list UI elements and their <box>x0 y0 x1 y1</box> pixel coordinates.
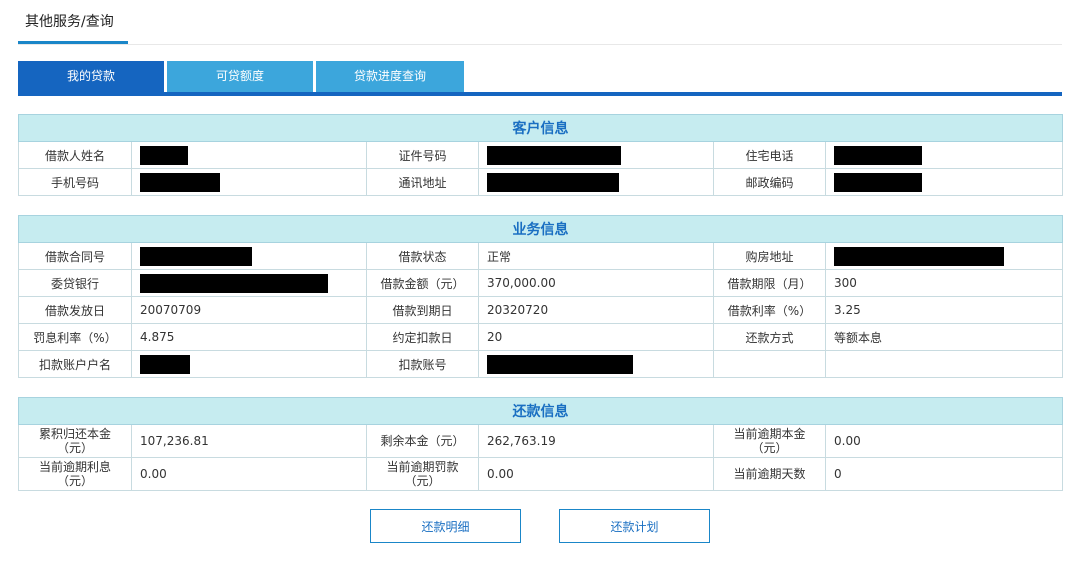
overdue-penalty-label: 当前逾期罚款 （元） <box>366 457 479 491</box>
tab-my-loan[interactable]: 我的贷款 <box>18 61 164 92</box>
overdue-interest-value: 0.00 <box>131 457 367 491</box>
tab-loan-progress[interactable]: 贷款进度查询 <box>316 61 464 92</box>
customer-info-title: 客户信息 <box>17 114 1064 142</box>
account-name-label: 扣款账户户名 <box>18 350 132 378</box>
loan-term-value: 300 <box>824 269 1064 297</box>
contract-no-label: 借款合同号 <box>18 242 132 270</box>
loan-term-label: 借款期限（月） <box>713 269 826 297</box>
redacted-block <box>140 172 220 192</box>
issue-date-label: 借款发放日 <box>18 296 132 324</box>
redacted-block <box>140 145 188 165</box>
bank-label: 委贷银行 <box>18 269 132 297</box>
loan-status-value: 正常 <box>478 242 714 270</box>
overdue-principal-value: 0.00 <box>824 424 1064 458</box>
loan-rate-label: 借款利率（%） <box>713 296 826 324</box>
loan-rate-value: 3.25 <box>824 296 1064 324</box>
redacted-block <box>140 354 190 374</box>
redacted-block <box>140 246 252 266</box>
home-phone-value <box>824 141 1064 169</box>
empty-cell <box>713 350 826 378</box>
bank-value <box>131 269 367 297</box>
loan-amount-value: 370,000.00 <box>478 269 714 297</box>
redacted-block <box>834 145 922 165</box>
id-number-value <box>478 141 714 169</box>
tab-underline <box>18 92 1062 96</box>
repaid-principal-label: 累积归还本金 （元） <box>18 424 132 458</box>
home-phone-label: 住宅电话 <box>713 141 826 169</box>
overdue-interest-label: 当前逾期利息 （元） <box>18 457 132 491</box>
repay-method-label: 还款方式 <box>713 323 826 351</box>
account-name-value <box>131 350 367 378</box>
borrower-name-value <box>131 141 367 169</box>
account-no-label: 扣款账号 <box>366 350 479 378</box>
redacted-block <box>487 145 621 165</box>
loan-status-label: 借款状态 <box>366 242 479 270</box>
overdue-days-label: 当前逾期天数 <box>713 457 826 491</box>
penalty-rate-value: 4.875 <box>131 323 367 351</box>
house-address-label: 购房地址 <box>713 242 826 270</box>
address-value <box>478 168 714 196</box>
overdue-days-value: 0 <box>824 457 1064 491</box>
redacted-block <box>487 354 633 374</box>
tab-loan-quota[interactable]: 可贷额度 <box>167 61 313 92</box>
page-title-underline <box>18 41 128 44</box>
house-address-value <box>824 242 1064 270</box>
due-date-value: 20320720 <box>478 296 714 324</box>
penalty-rate-label: 罚息利率（%） <box>18 323 132 351</box>
issue-date-value: 20070709 <box>131 296 367 324</box>
business-info-table: 业务信息 借款合同号 借款状态 正常 购房地址 委贷银行 借款金额（元） 370… <box>17 215 1064 378</box>
remaining-principal-value: 262,763.19 <box>478 424 714 458</box>
postcode-label: 邮政编码 <box>713 168 826 196</box>
page-header: 其他服务/查询 <box>18 0 1062 45</box>
mobile-value <box>131 168 367 196</box>
tab-bar: 我的贷款 可贷额度 贷款进度查询 <box>18 61 1062 96</box>
contract-no-value <box>131 242 367 270</box>
redacted-block <box>487 172 619 192</box>
deduct-day-value: 20 <box>478 323 714 351</box>
mobile-label: 手机号码 <box>18 168 132 196</box>
redacted-block <box>834 246 1004 266</box>
borrower-name-label: 借款人姓名 <box>18 141 132 169</box>
repayment-plan-button[interactable]: 还款计划 <box>559 509 710 543</box>
account-no-value <box>478 350 714 378</box>
redacted-block <box>834 172 922 192</box>
empty-cell <box>824 350 1064 378</box>
repayment-info-table: 还款信息 累积归还本金 （元） 107,236.81 剩余本金（元） 262,76… <box>17 397 1064 491</box>
customer-info-table: 客户信息 借款人姓名 证件号码 住宅电话 手机号码 通讯地址 邮政编码 <box>17 114 1064 196</box>
postcode-value <box>824 168 1064 196</box>
overdue-principal-label: 当前逾期本金 （元） <box>713 424 826 458</box>
repayment-detail-button[interactable]: 还款明细 <box>370 509 521 543</box>
loan-amount-label: 借款金额（元） <box>366 269 479 297</box>
address-label: 通讯地址 <box>366 168 479 196</box>
deduct-day-label: 约定扣款日 <box>366 323 479 351</box>
repayment-info-title: 还款信息 <box>17 397 1064 425</box>
repaid-principal-value: 107,236.81 <box>131 424 367 458</box>
repay-method-value: 等额本息 <box>824 323 1064 351</box>
business-info-title: 业务信息 <box>17 215 1064 243</box>
page-title: 其他服务/查询 <box>25 14 114 30</box>
remaining-principal-label: 剩余本金（元） <box>366 424 479 458</box>
overdue-penalty-value: 0.00 <box>478 457 714 491</box>
id-number-label: 证件号码 <box>366 141 479 169</box>
due-date-label: 借款到期日 <box>366 296 479 324</box>
redacted-block <box>140 273 328 293</box>
